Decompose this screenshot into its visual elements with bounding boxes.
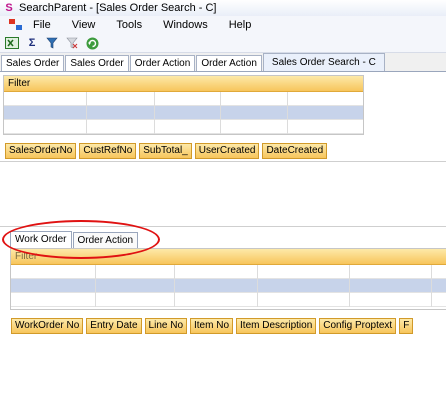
column-header-entry-date[interactable]: Entry Date: [86, 318, 142, 334]
menu-windows[interactable]: Windows: [162, 19, 209, 31]
column-header-subtotal[interactable]: SubTotal_: [139, 143, 192, 159]
grid-row-selected[interactable]: [4, 106, 363, 120]
menu-help[interactable]: Help: [228, 19, 253, 31]
column-header-line-no[interactable]: Line No: [144, 318, 187, 334]
doc-tab-order-action-2[interactable]: Order Action: [196, 55, 262, 71]
filter-panel: Filter: [3, 75, 364, 135]
section-divider: [0, 161, 446, 162]
column-header-workorder-no[interactable]: WorkOrder No: [11, 318, 84, 334]
grid-row[interactable]: [11, 265, 446, 279]
work-order-filter-title: Filter: [11, 249, 446, 265]
column-header-truncated[interactable]: F: [399, 318, 414, 334]
grid-row[interactable]: [11, 293, 446, 307]
grid-column-divider: [86, 92, 87, 134]
menu-tools[interactable]: Tools: [115, 19, 143, 31]
window-title: SearchParent - [Sales Order Search - C]: [19, 2, 217, 14]
search-column-headers: SalesOrderNo CustRefNo SubTotal_ UserCre…: [5, 143, 330, 159]
filter-icon[interactable]: [44, 36, 60, 50]
toolbar: Σ: [0, 34, 446, 53]
detail-tabs: Work Order Order Action: [10, 231, 139, 248]
grid-row[interactable]: [4, 120, 363, 134]
section-divider: [0, 226, 446, 227]
grid-column-divider: [287, 92, 288, 134]
doc-tab-order-action-1[interactable]: Order Action: [129, 55, 196, 71]
grid-row-selected[interactable]: [11, 279, 446, 293]
grid-column-divider: [154, 92, 155, 134]
doc-tab-sales-order-2[interactable]: Sales Order: [65, 55, 129, 71]
column-header-config-proptext[interactable]: Config Proptext: [319, 318, 397, 334]
filter-panel-title: Filter: [4, 76, 363, 92]
grid-column-divider: [220, 92, 221, 134]
work-order-filter-panel: Filter: [10, 248, 446, 310]
title-bar: S SearchParent - [Sales Order Search - C…: [0, 0, 446, 17]
grid-row[interactable]: [4, 92, 363, 106]
menu-bar: File View Tools Windows Help: [0, 16, 446, 35]
refresh-icon[interactable]: [84, 36, 100, 50]
column-header-datecreated[interactable]: DateCreated: [262, 143, 328, 159]
window-menu-icon[interactable]: [9, 19, 23, 31]
column-header-usercreated[interactable]: UserCreated: [194, 143, 260, 159]
column-header-custrefno[interactable]: CustRefNo: [79, 143, 137, 159]
grid-column-divider: [349, 265, 350, 307]
doc-tab-sales-order-search[interactable]: Sales Order Search - C: [262, 53, 385, 71]
tab-order-action[interactable]: Order Action: [72, 232, 139, 248]
menu-file[interactable]: File: [32, 19, 52, 31]
grid-column-divider: [257, 265, 258, 307]
grid-column-divider: [95, 265, 96, 307]
tab-work-order[interactable]: Work Order: [10, 231, 72, 248]
column-header-item-no[interactable]: Item No: [190, 318, 234, 334]
menu-view[interactable]: View: [71, 19, 97, 31]
grid-column-divider: [431, 265, 432, 307]
column-header-item-description[interactable]: Item Description: [236, 318, 317, 334]
filter-grid[interactable]: [4, 92, 363, 134]
app-logo-icon: S: [5, 2, 13, 14]
grid-column-divider: [174, 265, 175, 307]
sigma-icon[interactable]: Σ: [24, 36, 40, 50]
work-order-filter-grid[interactable]: [11, 265, 446, 307]
work-order-column-headers: WorkOrder No Entry Date Line No Item No …: [11, 318, 416, 334]
doc-tab-sales-order-1[interactable]: Sales Order: [1, 55, 65, 71]
document-tabs: Sales Order Sales Order Order Action Ord…: [0, 53, 446, 72]
clear-filter-icon[interactable]: [64, 36, 80, 50]
column-header-salesorderno[interactable]: SalesOrderNo: [5, 143, 77, 159]
excel-icon[interactable]: [4, 36, 20, 50]
